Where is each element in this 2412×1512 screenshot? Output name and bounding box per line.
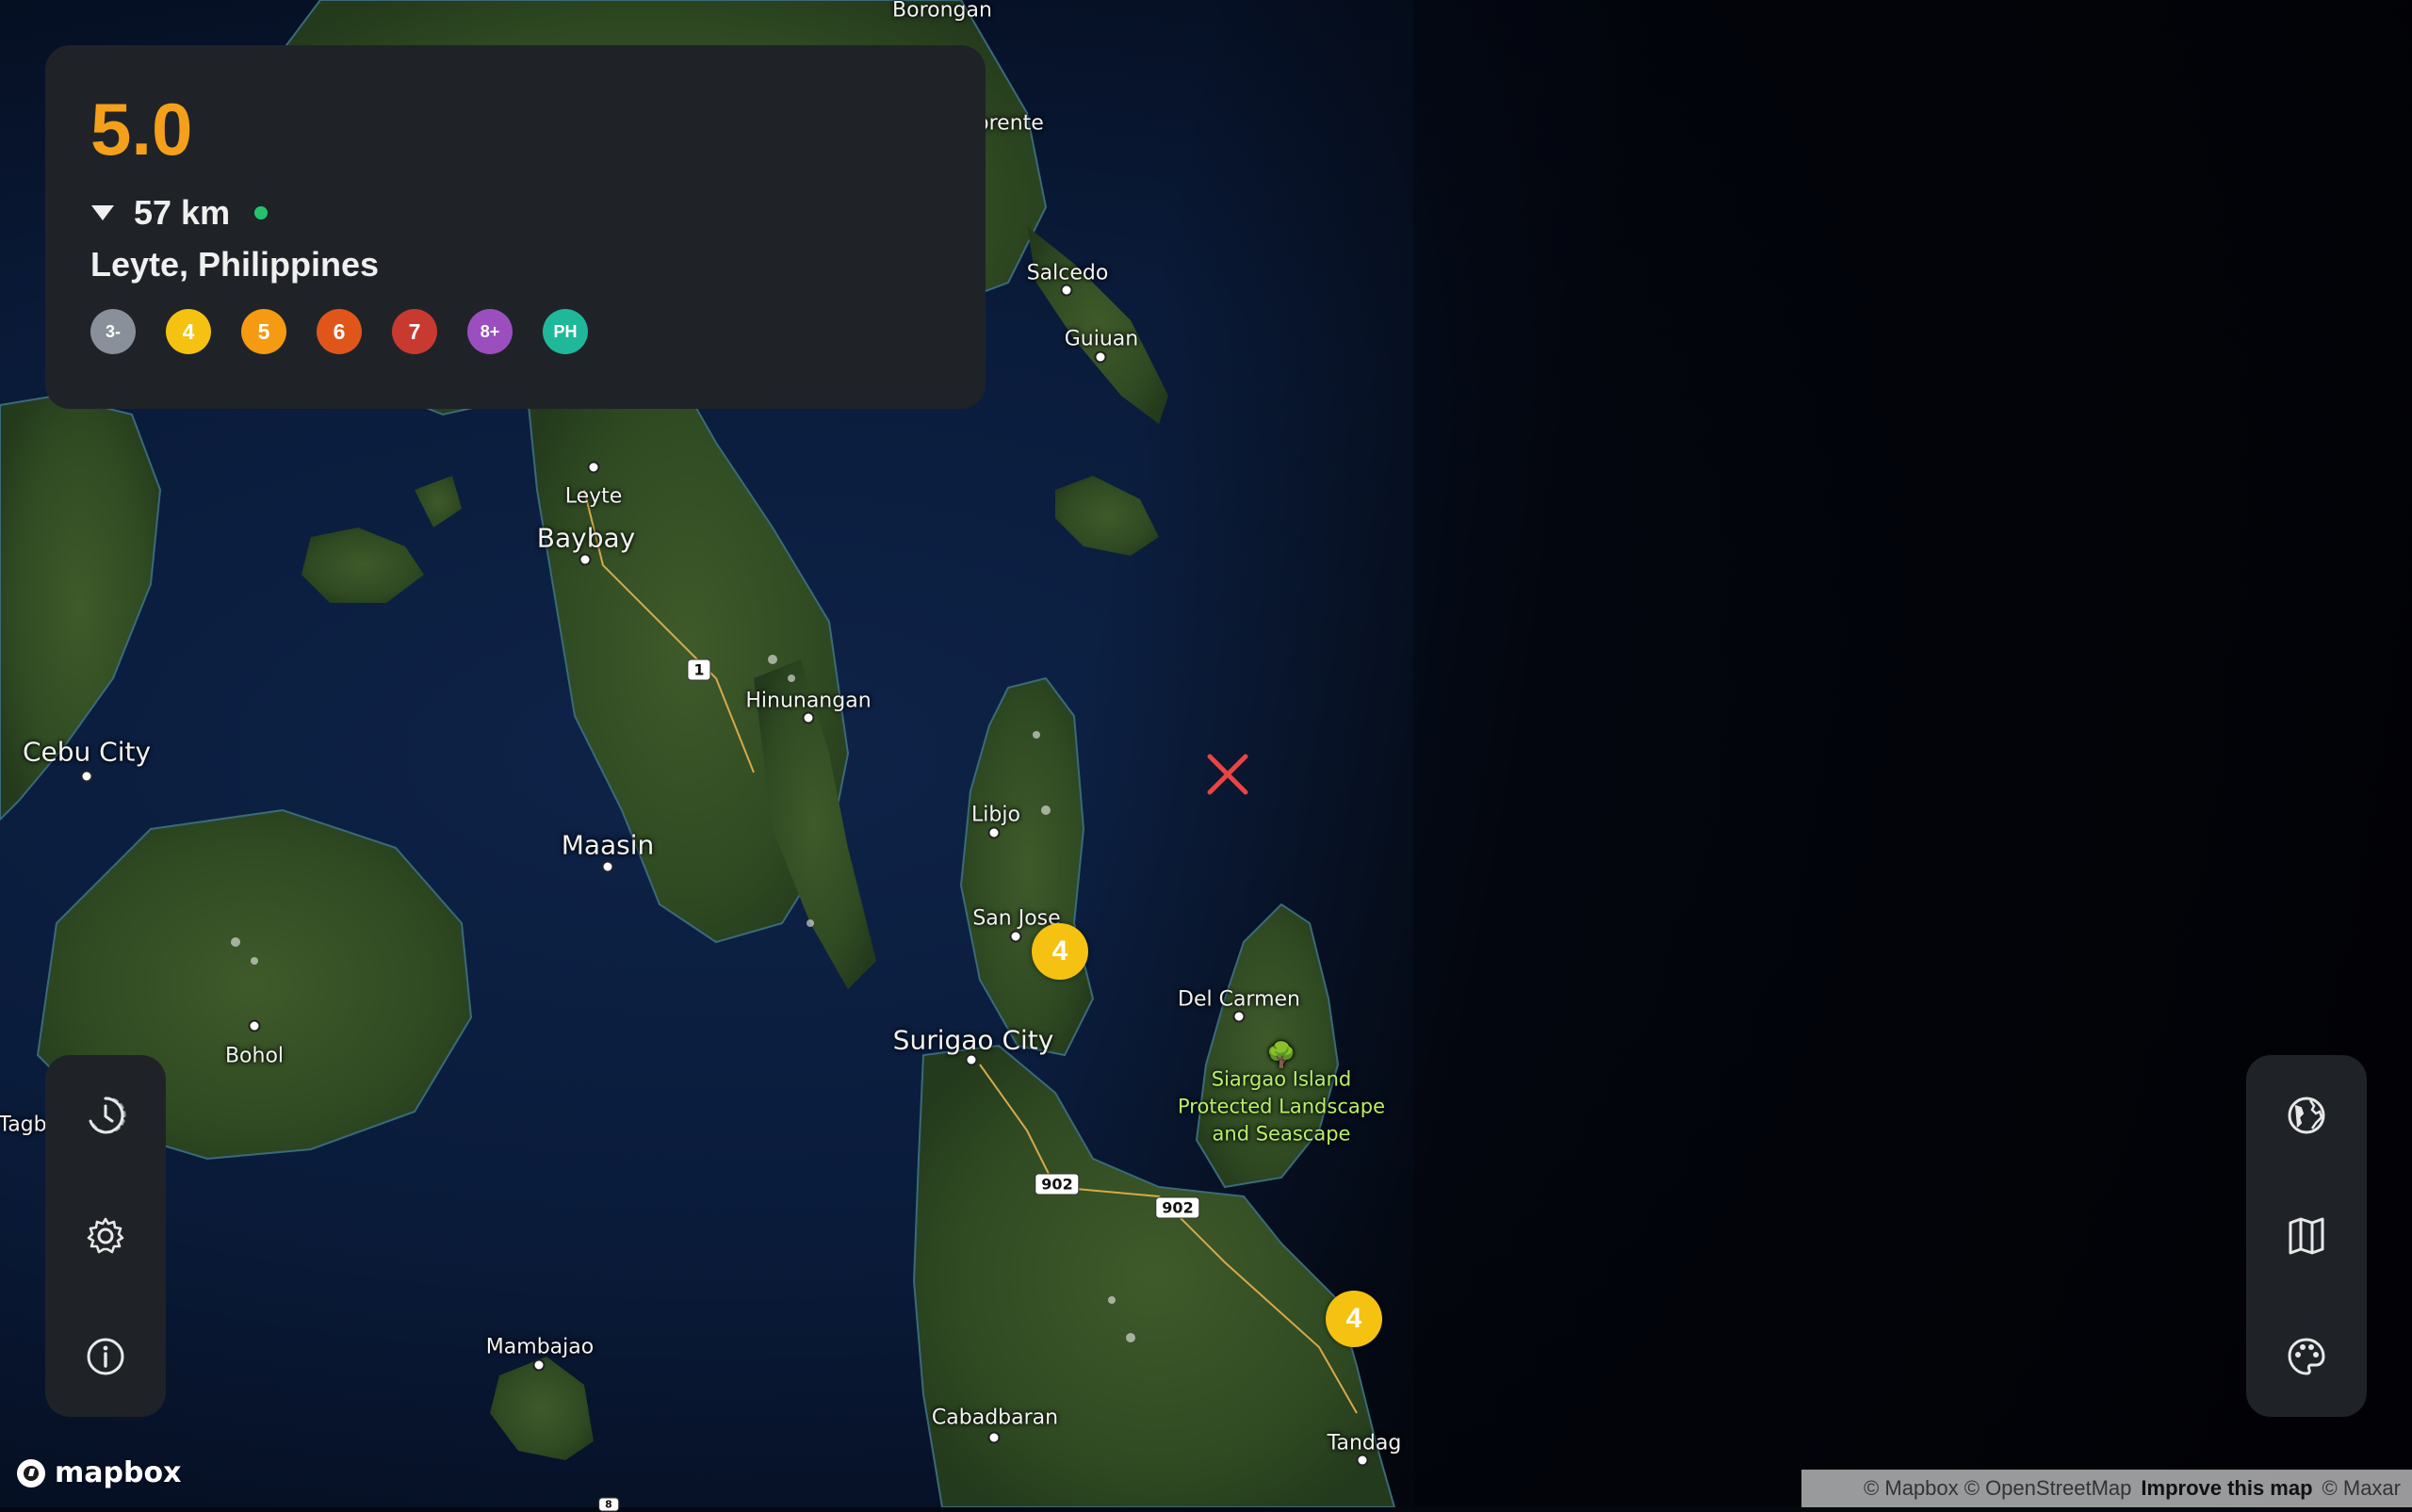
place-dot	[1356, 1454, 1369, 1467]
place-label: Salcedo	[1026, 261, 1109, 285]
intensity-chip: 3-	[90, 309, 136, 354]
gear-icon	[87, 1217, 124, 1254]
place-label: Libjo	[971, 803, 1020, 827]
improve-map-link[interactable]: Improve this map	[2141, 1476, 2312, 1501]
globe-view-button[interactable]	[2269, 1078, 2344, 1153]
depth-value: 57 km	[134, 193, 231, 232]
place-label: Mambajao	[485, 1335, 595, 1359]
place-dot	[1232, 1010, 1246, 1023]
depth-down-arrow-icon	[91, 205, 114, 220]
place-label: Surigao City	[892, 1024, 1054, 1056]
intensity-chip: 4	[166, 309, 211, 354]
attribution-text: © Maxar	[2322, 1476, 2401, 1500]
mapbox-logo[interactable]: mapbox	[15, 1456, 181, 1489]
place-label: Baybay	[536, 522, 636, 554]
map-attribution: © Mapbox © OpenStreetMap Improve this ma…	[1801, 1470, 2412, 1507]
intensity-marker[interactable]: 4	[1326, 1291, 1382, 1347]
map-icon	[2289, 1217, 2324, 1255]
mapbox-logo-text: mapbox	[55, 1456, 182, 1489]
place-dot	[965, 1053, 978, 1066]
place-label: Tagb	[0, 1113, 47, 1137]
epicenter-x-icon	[1207, 754, 1248, 795]
place-label: orente	[976, 111, 1044, 136]
road-shield: 8	[598, 1497, 619, 1512]
info-button[interactable]	[68, 1319, 143, 1394]
place-label: Cabadbaran	[931, 1406, 1059, 1430]
place-dot	[987, 1431, 1001, 1444]
attribution-text: © Mapbox © OpenStreetMap	[1864, 1476, 2132, 1500]
live-status-dot	[254, 206, 269, 219]
place-label: Leyte	[564, 484, 623, 509]
place-label: Hinunangan	[745, 689, 872, 713]
right-toolbar	[2246, 1055, 2367, 1417]
place-dot	[579, 553, 592, 566]
place-dot	[601, 860, 614, 873]
tree-icon: 🌳	[1265, 1041, 1297, 1070]
history-button[interactable]	[68, 1078, 143, 1153]
intensity-scale-legend: 3- 4 5 6 7 8+ PH	[90, 309, 940, 354]
park-label-line: and Seascape	[1212, 1122, 1351, 1146]
place-dot	[587, 461, 600, 474]
left-toolbar	[45, 1055, 166, 1417]
palette-icon	[2288, 1338, 2325, 1375]
road-shield: 902	[1035, 1173, 1080, 1195]
intensity-chip: 7	[392, 309, 437, 354]
road-shield: 1	[687, 658, 711, 681]
place-dot	[1060, 284, 1073, 297]
earthquake-info-panel[interactable]: 5.0 57 km Leyte, Philippines 3- 4 5 6 7 8+ PH	[45, 45, 986, 409]
place-label: Del Carmen	[1178, 987, 1300, 1012]
place-label: Maasin	[561, 829, 655, 861]
place-label: Bohol	[224, 1044, 285, 1068]
place-dot	[248, 1019, 261, 1032]
theme-button[interactable]	[2269, 1319, 2344, 1394]
intensity-chip: 6	[317, 309, 362, 354]
park-label-line: Siargao Island	[1211, 1067, 1352, 1091]
history-icon	[89, 1097, 126, 1134]
park-label: 🌳 Siargao Island Protected Landscape and…	[1178, 1041, 1385, 1148]
place-dot	[1009, 930, 1022, 943]
map-style-button[interactable]	[2269, 1198, 2344, 1274]
intensity-chip: 5	[241, 309, 286, 354]
place-label: Borongan	[892, 0, 992, 23]
place-dot	[80, 770, 93, 783]
mapbox-logo-icon	[17, 1458, 45, 1488]
place-label: Tandag	[1327, 1431, 1402, 1455]
globe-icon	[2288, 1097, 2325, 1134]
intensity-chip: PH	[543, 309, 588, 354]
info-icon	[87, 1338, 124, 1375]
magnitude-value: 5.0	[90, 88, 193, 171]
park-label-line: Protected Landscape	[1178, 1095, 1385, 1118]
settings-button[interactable]	[68, 1198, 143, 1274]
place-dot	[987, 826, 1001, 839]
place-dot	[802, 711, 815, 724]
intensity-chip: 8+	[467, 309, 513, 354]
place-dot	[1094, 350, 1107, 364]
intensity-marker[interactable]: 4	[1032, 923, 1088, 980]
place-label: Guiuan	[1064, 327, 1139, 351]
location-name: Leyte, Philippines	[90, 245, 380, 284]
depth-row: 57 km	[90, 193, 940, 232]
road-shield: 902	[1155, 1196, 1200, 1219]
place-label: Cebu City	[22, 736, 152, 768]
place-dot	[532, 1358, 546, 1372]
